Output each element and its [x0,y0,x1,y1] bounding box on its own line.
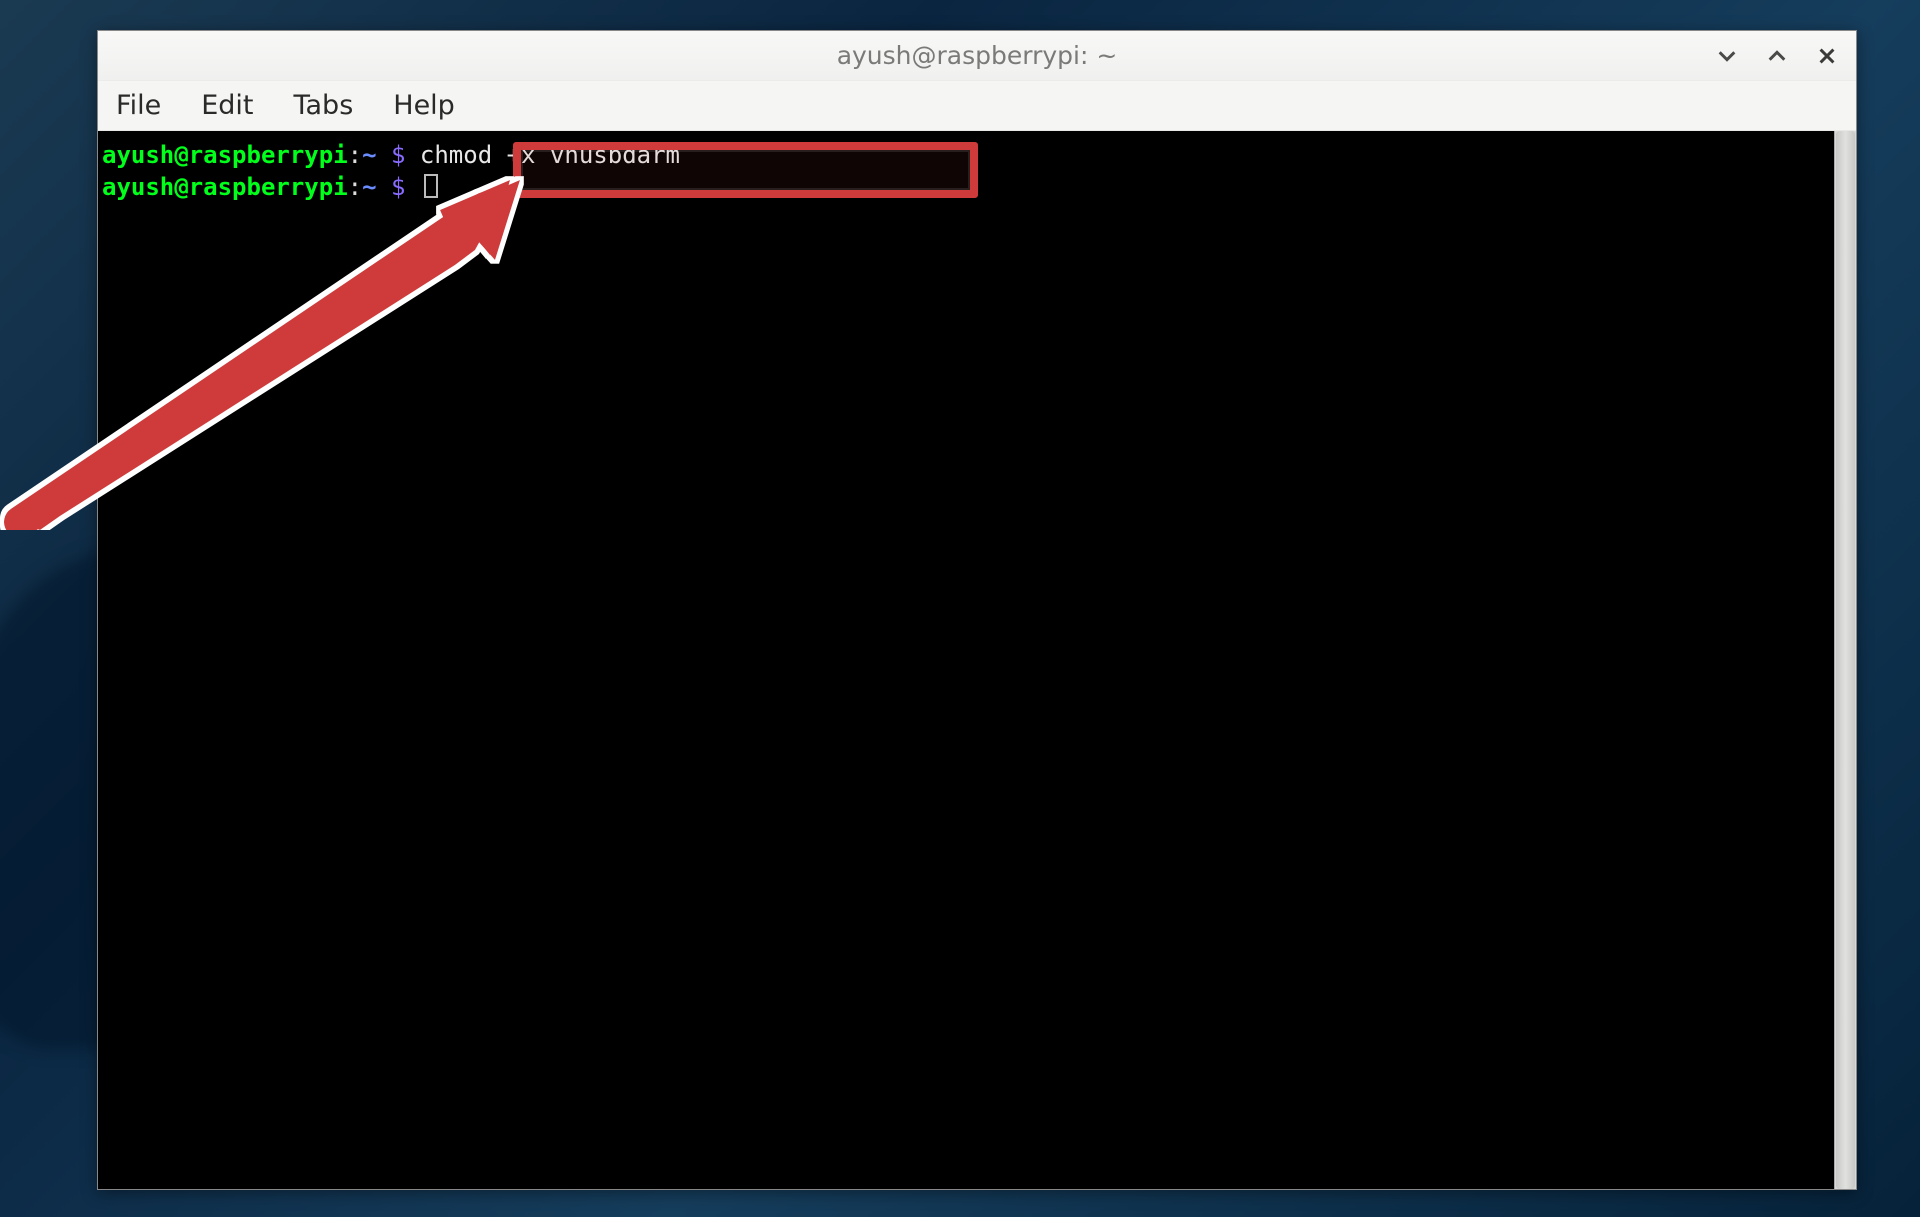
menu-edit[interactable]: Edit [195,86,259,125]
window-titlebar[interactable]: ayush@raspberrypi: ~ [98,31,1856,81]
prompt-line-2: ayush@raspberrypi:~ $ [102,173,438,201]
cursor-icon [424,174,438,198]
prompt-path: ~ [362,173,376,201]
command-text: chmod +x vhusbdarm [420,141,680,169]
prompt-colon: : [348,141,362,169]
prompt-dollar: $ [377,173,420,201]
window-title: ayush@raspberrypi: ~ [837,41,1118,70]
minimize-button[interactable] [1713,42,1741,70]
scrollbar-thumb[interactable] [1836,131,1855,1189]
window-controls [1713,42,1841,70]
prompt-colon: : [348,173,362,201]
menu-file[interactable]: File [110,86,167,125]
terminal-output[interactable]: ayush@raspberrypi:~ $ chmod +x vhusbdarm… [98,131,1834,1189]
terminal-window: ayush@raspberrypi: ~ File Edit [97,30,1857,1190]
close-button[interactable] [1813,42,1841,70]
maximize-button[interactable] [1763,42,1791,70]
prompt-path: ~ [362,141,376,169]
menu-tabs[interactable]: Tabs [287,86,359,125]
menu-help[interactable]: Help [387,86,461,125]
prompt-user-host: ayush@raspberrypi [102,141,348,169]
menubar: File Edit Tabs Help [98,81,1856,131]
prompt-dollar: $ [377,141,420,169]
prompt-user-host: ayush@raspberrypi [102,173,348,201]
terminal-body-container: ayush@raspberrypi:~ $ chmod +x vhusbdarm… [98,131,1856,1189]
prompt-line-1: ayush@raspberrypi:~ $ chmod +x vhusbdarm [102,141,680,169]
terminal-scrollbar[interactable] [1834,131,1856,1189]
